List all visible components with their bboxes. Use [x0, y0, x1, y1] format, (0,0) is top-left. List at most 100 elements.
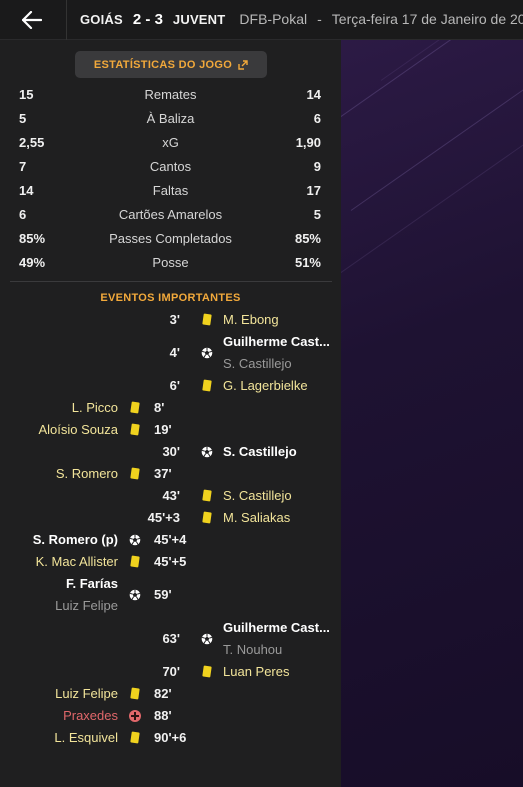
- event-row: 6' G. Lagerbielke: [0, 375, 341, 397]
- event-player[interactable]: S. Romero: [56, 466, 118, 481]
- football-icon: [201, 347, 213, 359]
- event-row: K. Mac Allister 45'+5: [0, 551, 341, 573]
- event-player[interactable]: S. Romero (p): [33, 532, 118, 547]
- event-minute: 4': [169, 345, 180, 360]
- event-player[interactable]: Luiz Felipe: [55, 686, 118, 701]
- stat-label: xG: [162, 135, 179, 150]
- event-minute: 70': [162, 664, 180, 679]
- header-divider: [66, 0, 67, 40]
- stat-away-value: 51%: [294, 255, 321, 270]
- yellow-card-icon: [202, 489, 212, 502]
- event-minute: 8': [154, 400, 165, 415]
- event-icon: [129, 555, 141, 568]
- event-minute: 59': [154, 587, 172, 602]
- stat-row: 6 Cartões Amarelos 5: [0, 204, 341, 228]
- stat-label: Remates: [144, 87, 197, 102]
- football-icon: [129, 534, 141, 546]
- yellow-card-icon: [202, 665, 212, 678]
- red-card-icon: [129, 710, 141, 722]
- match-info: GOIÁS 2 - 3 JUVENT DFB-Pokal - Terça-fei…: [80, 11, 523, 28]
- event-player[interactable]: Luan Peres: [223, 664, 290, 679]
- event-player[interactable]: Guilherme Cast...: [223, 620, 330, 635]
- event-assist[interactable]: Luiz Felipe: [55, 598, 118, 613]
- event-icon: [129, 467, 141, 480]
- event-minute: 3': [169, 312, 180, 327]
- event-player[interactable]: Praxedes: [63, 708, 118, 723]
- match-score: 2 - 3: [132, 11, 163, 28]
- away-team[interactable]: JUVENT: [173, 12, 226, 27]
- event-player[interactable]: M. Saliakas: [223, 510, 290, 525]
- event-icon: [129, 401, 141, 414]
- event-player[interactable]: Guilherme Cast...: [223, 334, 330, 349]
- stat-label: Passes Completados: [109, 231, 232, 246]
- event-minute: 19': [154, 422, 172, 437]
- event-player[interactable]: Aloísio Souza: [39, 422, 119, 437]
- event-minute: 30': [162, 444, 180, 459]
- stat-label: Cartões Amarelos: [118, 207, 223, 222]
- event-icon: [129, 589, 141, 601]
- stat-row: 14 Faltas 17: [0, 180, 341, 204]
- yellow-card-icon: [202, 313, 212, 326]
- event-row: 43' S. Castillejo: [0, 485, 341, 507]
- yellow-card-icon: [130, 423, 140, 436]
- back-button[interactable]: [14, 6, 50, 34]
- stat-label: Cantos: [149, 159, 192, 174]
- event-row: 70' Luan Peres: [0, 661, 341, 683]
- yellow-card-icon: [130, 555, 140, 568]
- event-minute: 63': [162, 631, 180, 646]
- stat-away-value: 1,90: [295, 135, 321, 150]
- header-separator: -: [317, 11, 322, 27]
- event-row: Aloísio Souza 19': [0, 419, 341, 441]
- stats-table: 15 Remates 14 5 À Baliza 6 2,55 xG 1,90 7 Cantos 9 1…: [0, 84, 341, 276]
- event-player[interactable]: F. Farías: [66, 576, 118, 591]
- event-assist[interactable]: T. Nouhou: [223, 642, 282, 657]
- event-player[interactable]: G. Lagerbielke: [223, 378, 308, 393]
- event-icon: [201, 313, 213, 326]
- event-icon: [129, 710, 141, 722]
- event-minute: 6': [169, 378, 180, 393]
- stat-row: 49% Posse 51%: [0, 252, 341, 276]
- arrow-left-icon: [22, 11, 42, 29]
- football-icon: [201, 633, 213, 645]
- event-row: S. Romero (p) 45'+4: [0, 529, 341, 551]
- popout-icon: [238, 59, 248, 70]
- event-player[interactable]: S. Castillejo: [223, 444, 297, 459]
- stat-label: À Baliza: [146, 111, 195, 126]
- competition-name[interactable]: DFB-Pokal: [239, 11, 307, 27]
- stat-label: Faltas: [152, 183, 189, 198]
- stat-label: Posse: [152, 255, 189, 270]
- event-row: Luiz Felipe 82': [0, 683, 341, 705]
- event-icon: [129, 534, 141, 546]
- event-minute: 37': [154, 466, 172, 481]
- match-date: Terça-feira 17 de Janeiro de 2023: [331, 11, 523, 27]
- event-player[interactable]: L. Picco: [72, 400, 118, 415]
- events-title: EVENTOS IMPORTANTES: [100, 292, 241, 304]
- stat-away-value: 9: [313, 159, 321, 174]
- home-team[interactable]: GOIÁS: [80, 12, 123, 27]
- event-player[interactable]: S. Castillejo: [223, 488, 292, 503]
- match-stats-panel: ESTATÍSTICAS DO JOGO 15 Remates 14 5 À Baliz…: [0, 40, 341, 787]
- event-row: 30' S. Castillejo: [0, 441, 341, 463]
- stat-away-value: 14: [306, 87, 321, 102]
- yellow-card-icon: [130, 687, 140, 700]
- event-row: 63' Guilherme Cast... T. Nouhou: [0, 617, 341, 661]
- match-stats-button[interactable]: ESTATÍSTICAS DO JOGO: [75, 51, 267, 78]
- stat-row: 85% Passes Completados 85%: [0, 228, 341, 252]
- decorative-background: [341, 40, 523, 787]
- stat-away-value: 17: [306, 183, 321, 198]
- yellow-card-icon: [130, 731, 140, 744]
- event-row: L. Esquivel 90'+6: [0, 727, 341, 749]
- event-icon: [201, 665, 213, 678]
- event-row: S. Romero 37': [0, 463, 341, 485]
- event-row: 45'+3 M. Saliakas: [0, 507, 341, 529]
- event-assist[interactable]: S. Castillejo: [223, 356, 292, 371]
- event-player[interactable]: M. Ebong: [223, 312, 279, 327]
- stat-row: 5À Baliza 6: [0, 108, 341, 132]
- section-divider: [10, 281, 332, 282]
- stat-away-value: 6: [313, 111, 321, 126]
- event-minute: 45'+4: [154, 532, 187, 547]
- event-player[interactable]: L. Esquivel: [54, 730, 118, 745]
- event-player[interactable]: K. Mac Allister: [36, 554, 118, 569]
- event-row: 3' M. Ebong: [0, 309, 341, 331]
- stat-row: 7 Cantos 9: [0, 156, 341, 180]
